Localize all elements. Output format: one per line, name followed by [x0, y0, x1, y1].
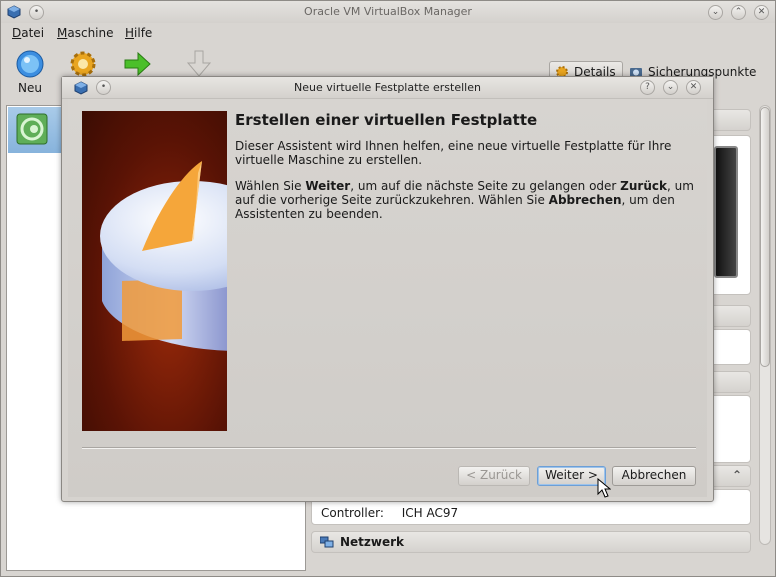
next-button[interactable]: Weiter > [537, 466, 606, 486]
menu-datei-accel: D [12, 26, 22, 40]
menu-maschine-rest: aschine [67, 26, 114, 40]
menu-hilfe-rest: ilfe [134, 26, 153, 40]
minimize-icon[interactable]: ⌄ [708, 5, 723, 20]
dialog-close-icon[interactable]: ✕ [686, 80, 701, 95]
wizard-disk-image [82, 111, 227, 431]
new-vm-label: Neu [18, 81, 42, 95]
menu-hilfe-accel: H [125, 26, 135, 40]
gear-icon [70, 51, 96, 77]
instr-bold-zurueck: Zurück [620, 179, 667, 193]
back-button[interactable]: < Zurück [458, 466, 530, 486]
new-virtual-disk-dialog: • Neue virtuelle Festplatte erstellen ? … [61, 76, 714, 502]
network-icon [320, 536, 334, 548]
main-titlebar[interactable]: • Oracle VM VirtualBox Manager ⌄ ⌃ ✕ [1, 1, 775, 23]
new-starburst-icon [16, 50, 44, 78]
preview-monitor [714, 146, 738, 278]
instr-part-1: Wählen Sie [235, 179, 306, 193]
dialog-body: Erstellen einer virtuellen Festplatte Di… [68, 99, 707, 497]
menu-hilfe[interactable]: Hilfe [125, 26, 152, 40]
new-vm-button[interactable]: Neu [8, 49, 52, 99]
dialog-help-icon[interactable]: ? [640, 80, 655, 95]
instr-bold-weiter: Weiter [305, 179, 351, 193]
details-scrollbar[interactable] [757, 105, 773, 550]
dialog-titlebar[interactable]: • Neue virtuelle Festplatte erstellen ? … [62, 77, 713, 99]
maximize-icon[interactable]: ⌃ [731, 5, 746, 20]
close-icon[interactable]: ✕ [754, 5, 769, 20]
network-header-label: Netzwerk [340, 535, 405, 549]
cancel-button[interactable]: Abbrechen [612, 466, 696, 486]
wizard-intro-text: Dieser Assistent wird Ihnen helfen, eine… [235, 139, 672, 167]
dialog-separator [82, 447, 696, 449]
audio-controller-row: Controller: ICH AC97 [321, 506, 458, 520]
dialog-minimize-icon[interactable]: ⌄ [663, 80, 678, 95]
menu-datei-rest: atei [21, 26, 45, 40]
arrow-down-icon [186, 50, 212, 77]
instr-part-2: , um auf die nächste Seite zu gelangen o… [350, 179, 621, 193]
collapse-chevron-up-icon[interactable]: ⌃ [732, 468, 742, 482]
details-section-header-network[interactable]: Netzwerk [311, 531, 751, 553]
wizard-heading: Erstellen einer virtuellen Festplatte [235, 111, 538, 129]
dialog-title: Neue virtuelle Festplatte erstellen [294, 81, 481, 94]
arrow-right-icon [124, 51, 151, 77]
os-logo-icon [16, 113, 48, 145]
wizard-instructions-text: Wählen Sie Weiter, um auf die nächste Se… [235, 179, 695, 221]
scrollbar-thumb[interactable] [760, 107, 770, 367]
menu-datei[interactable]: Datei [12, 26, 44, 40]
hard-disk-pie-icon [100, 161, 227, 351]
audio-controller-label: Controller: [321, 506, 384, 520]
main-window-title: Oracle VM VirtualBox Manager [304, 5, 472, 18]
menu-maschine[interactable]: Maschine [57, 26, 114, 40]
menubar: Datei Maschine Hilfe [1, 23, 775, 44]
audio-controller-value: ICH AC97 [401, 506, 459, 520]
mouse-pointer-icon [597, 478, 611, 498]
menu-maschine-accel: M [57, 26, 68, 40]
instr-bold-abbrechen: Abbrechen [548, 193, 622, 207]
